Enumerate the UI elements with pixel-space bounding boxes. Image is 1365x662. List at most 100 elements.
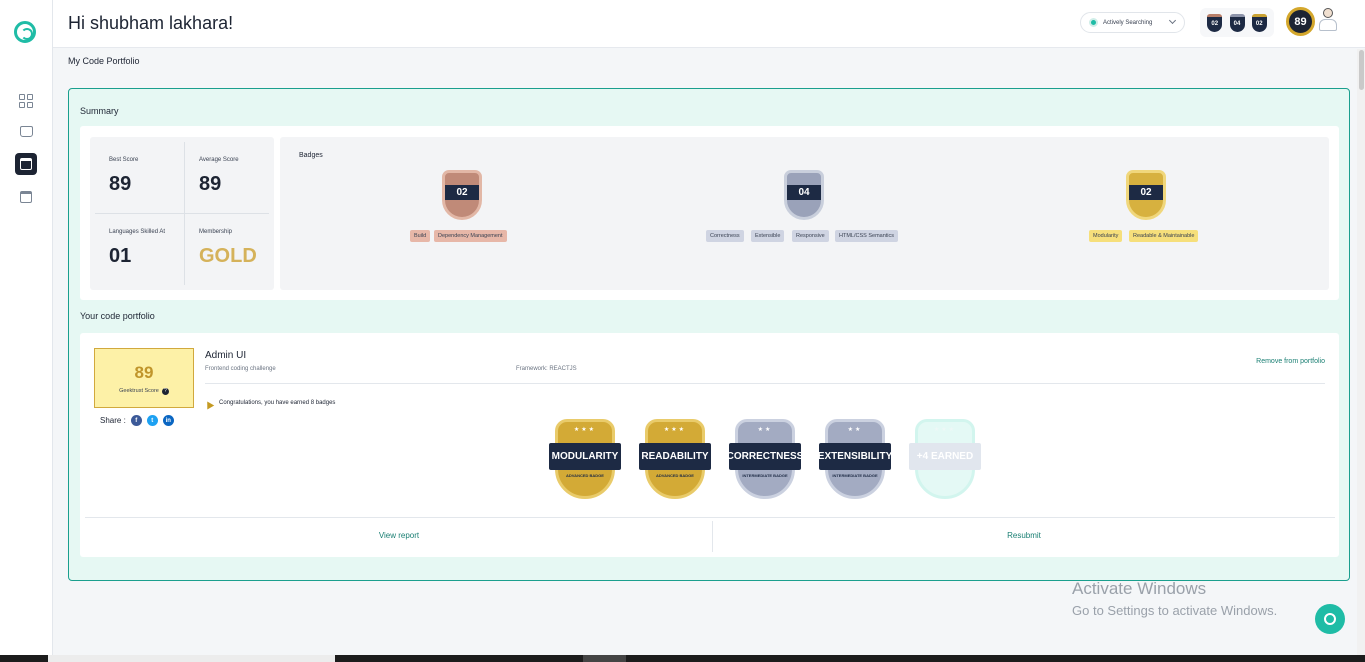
stat-value: 89	[109, 173, 132, 195]
taskbar-item[interactable]	[48, 655, 335, 662]
party-popper-icon	[205, 399, 214, 407]
divider	[85, 517, 1335, 518]
windows-watermark-subtitle: Go to Settings to activate Windows.	[1072, 603, 1278, 618]
extensibility-badge[interactable]: ★★ EXTENSIBILITY INTERMEDIATE BADGE	[818, 419, 892, 501]
stat-label: Average Score	[199, 157, 239, 163]
badges-title: Badges	[299, 152, 323, 159]
stat-label: Membership	[199, 229, 233, 235]
badge-level: INTERMEDIATE BADGE	[742, 473, 788, 478]
silver-badge-icon: 04	[1229, 13, 1245, 32]
geektrust-logo-icon[interactable]	[14, 21, 36, 43]
bronze-shield-icon[interactable]: 02	[442, 170, 482, 220]
stat-label: Best Score	[109, 157, 139, 163]
bronze-badge-icon: 02	[1207, 13, 1223, 32]
skill-chip: Build	[410, 230, 431, 242]
sidebar	[0, 0, 53, 655]
profile-score[interactable]: 89	[1286, 7, 1315, 36]
challenges-icon[interactable]	[15, 120, 37, 142]
calendar-icon[interactable]	[15, 186, 37, 208]
skill-chip: Modularity	[1089, 230, 1123, 242]
skill-chip: Dependency Management	[434, 230, 507, 242]
project-framework: Framework: REACTJS	[516, 366, 577, 372]
job-status-label: Actively Searching	[1103, 19, 1153, 26]
congrats-message: Congratulations, you have earned 8 badge…	[205, 399, 335, 407]
code-portfolio-title: Your code portfolio	[80, 311, 155, 321]
greeting: Hi shubham lakhara!	[68, 13, 234, 33]
skill-chip: Extensible	[751, 230, 785, 242]
stars-icon: ★★★	[663, 427, 687, 433]
twitter-icon[interactable]: t	[146, 415, 158, 426]
badges-box: Badges 02 Build Dependency Management 04…	[280, 137, 1329, 290]
stat-value: 89	[199, 173, 222, 195]
project-score: 89	[134, 363, 154, 382]
badge-level: ADVANCED BADGE	[656, 473, 694, 478]
view-report-button[interactable]: View report	[89, 531, 709, 540]
badge-level: ADVANCED BADGE	[566, 473, 604, 478]
badge-name: READABILITY	[639, 443, 711, 470]
project-card: 89 Geektrust Score? Share : f t in Admin…	[80, 333, 1339, 557]
badge-name: +4 EARNED	[909, 443, 981, 470]
help-icon[interactable]: ?	[161, 388, 169, 395]
languages-stat: Languages Skilled At 01	[90, 209, 182, 285]
header-badges[interactable]: 02 04 02	[1200, 8, 1274, 37]
skill-chip: Readable & Maintainable	[1129, 230, 1199, 242]
portfolio-icon[interactable]	[15, 153, 37, 175]
badge-name: CORRECTNESS	[727, 443, 803, 470]
status-icon	[1089, 18, 1098, 27]
divider	[205, 383, 1325, 384]
taskbar-item[interactable]	[583, 655, 626, 662]
divider	[712, 521, 713, 552]
taskbar	[0, 655, 1365, 662]
best-score-stat: Best Score 89	[90, 137, 182, 213]
silver-shield-icon[interactable]: 04	[784, 170, 824, 220]
stats-grid: Best Score 89 Average Score 89 Languages…	[90, 137, 274, 290]
readability-badge[interactable]: ★★★ READABILITY ADVANCED BADGE	[639, 419, 711, 501]
skill-chip: Responsive	[792, 230, 829, 242]
skill-chip: HTML/CSS Semantics	[835, 230, 899, 242]
top-bar: Hi shubham lakhara! Actively Searching 0…	[53, 0, 1365, 48]
scrollbar-thumb[interactable]	[1359, 50, 1364, 90]
badge-name: EXTENSIBILITY	[818, 443, 892, 470]
summary-title: Summary	[80, 106, 119, 116]
chat-icon	[1324, 613, 1336, 625]
badge-count: 04	[787, 185, 821, 200]
membership-stat: Membership GOLD	[180, 209, 272, 285]
page-title: My Code Portfolio	[68, 56, 140, 66]
skill-chip: Correctness	[706, 230, 744, 242]
more-badges-earned[interactable]: ★★★ +4 EARNED	[909, 419, 981, 501]
gold-badge-icon: 02	[1251, 13, 1267, 32]
badge-count: 02	[1129, 185, 1163, 200]
gold-shield-icon[interactable]: 02	[1126, 170, 1166, 220]
scrollbar[interactable]	[1357, 49, 1365, 655]
dashboard-icon[interactable]	[15, 90, 37, 112]
badge-level: INTERMEDIATE BADGE	[832, 473, 878, 478]
summary-card: Best Score 89 Average Score 89 Languages…	[80, 126, 1339, 300]
stars-icon: ★★★	[933, 427, 957, 433]
job-status-select[interactable]: Actively Searching	[1080, 12, 1185, 33]
divider	[95, 213, 269, 214]
stars-icon: ★★	[847, 427, 863, 433]
project-name: Admin UI	[205, 350, 247, 361]
share-row: Share : f t in	[100, 415, 174, 426]
resubmit-button[interactable]: Resubmit	[714, 531, 1334, 540]
linkedin-icon[interactable]: in	[162, 415, 174, 426]
modularity-badge[interactable]: ★★★ MODULARITY ADVANCED BADGE	[549, 419, 621, 501]
badge-count: 02	[445, 185, 479, 200]
average-score-stat: Average Score 89	[180, 137, 272, 213]
stars-icon: ★★★	[573, 427, 597, 433]
stat-label: Languages Skilled At	[109, 229, 166, 235]
facebook-icon[interactable]: f	[130, 415, 142, 426]
chevron-down-icon	[1168, 16, 1177, 25]
windows-watermark-title: Activate Windows	[1072, 579, 1207, 598]
avatar[interactable]	[1317, 8, 1339, 34]
stars-icon: ★★	[757, 427, 773, 433]
correctness-badge[interactable]: ★★ CORRECTNESS INTERMEDIATE BADGE	[727, 419, 803, 501]
stat-value: 01	[109, 245, 132, 267]
score-label: Geektrust Score?	[95, 388, 193, 395]
badge-name: MODULARITY	[549, 443, 621, 470]
chat-support-button[interactable]	[1315, 604, 1345, 634]
portfolio-panel: Summary Best Score 89 Average Score 89 L…	[68, 88, 1350, 581]
geektrust-score-box: 89 Geektrust Score?	[94, 348, 194, 408]
share-label: Share :	[100, 416, 126, 425]
remove-from-portfolio-link[interactable]: Remove from portfolio	[1256, 358, 1325, 365]
